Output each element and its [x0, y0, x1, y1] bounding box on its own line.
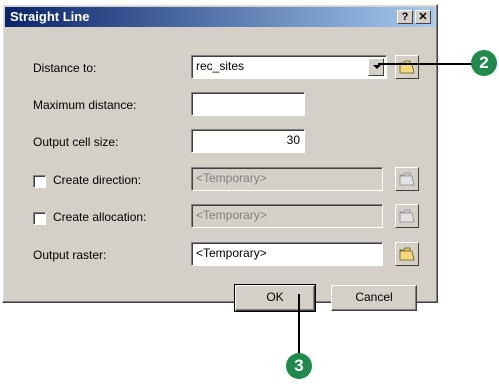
output-raster-label: Output raster: [33, 248, 107, 262]
help-button[interactable]: ? [397, 10, 413, 24]
create-allocation-checkbox[interactable] [33, 212, 46, 225]
ok-button[interactable]: OK [234, 284, 316, 312]
title-bar[interactable]: Straight Line ? ✕ [5, 7, 435, 27]
output-cell-size-label: Output cell size: [33, 135, 119, 149]
distance-to-value: rec_sites [196, 59, 245, 73]
create-direction-label: Create direction: [53, 173, 142, 187]
callout-2-badge: 2 [471, 50, 497, 76]
output-raster-input[interactable]: <Temporary> [191, 242, 383, 266]
callout-3-leader-line [298, 294, 300, 354]
distance-to-label: Distance to: [33, 61, 97, 75]
chevron-down-icon[interactable] [368, 58, 384, 76]
create-allocation-label: Create allocation: [53, 210, 147, 224]
distance-to-browse-button[interactable] [395, 55, 419, 79]
open-folder-icon [399, 209, 415, 223]
distance-to-dropdown[interactable]: rec_sites [191, 55, 387, 79]
callout-2-leader-line [378, 63, 472, 65]
create-allocation-input: <Temporary> [191, 204, 383, 228]
close-button[interactable]: ✕ [415, 10, 431, 24]
create-direction-checkbox[interactable] [33, 175, 46, 188]
maximum-distance-label: Maximum distance: [33, 98, 137, 112]
dialog-title: Straight Line [10, 9, 90, 24]
output-cell-size-input[interactable]: 30 [191, 129, 305, 153]
open-folder-icon [399, 247, 415, 261]
create-direction-browse-button [395, 167, 419, 191]
create-allocation-browse-button [395, 204, 419, 228]
open-folder-icon [399, 60, 415, 74]
output-raster-browse-button[interactable] [395, 242, 419, 266]
create-direction-input: <Temporary> [191, 167, 383, 191]
open-folder-icon [399, 172, 415, 186]
straight-line-dialog: Straight Line ? ✕ Distance to: rec_sites… [2, 4, 438, 312]
maximum-distance-input[interactable] [191, 92, 305, 116]
callout-3-badge: 3 [286, 353, 312, 379]
cancel-button[interactable]: Cancel [331, 285, 417, 311]
